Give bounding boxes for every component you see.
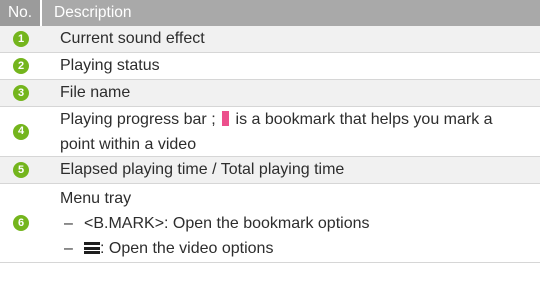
row-description: File name [60,84,131,101]
number-badge: 1 [13,31,29,47]
header-description: Description [54,4,132,21]
bookmark-marker-icon [222,110,230,126]
number-badge: 5 [13,162,29,178]
number-cell: 6 [0,184,42,262]
table-row: 6 Menu tray – <B.MARK>: Open the bookmark… [0,184,540,263]
row-description-line-2: point within a video [60,135,197,153]
row-description: Elapsed playing time / Total playing tim… [60,161,345,178]
table-row: 5 Elapsed playing time / Total playing t… [0,157,540,184]
table-row: 1 Current sound effect [0,26,540,53]
menu-tray-subitem-bmark: – <B.MARK>: Open the bookmark options [60,211,530,236]
subitem-text: <B.MARK>: Open the bookmark options [84,214,370,232]
number-cell: 5 [0,157,42,183]
number-cell: 3 [0,80,42,106]
row-description: Playing progress bar ; is a bookmark tha… [42,107,540,157]
desc-text-before: Playing progress bar ; [60,110,216,128]
description-table: No. Description 1 Current sound effect 2… [0,0,540,263]
number-cell: 2 [0,53,42,79]
row-description: Current sound effect [60,30,205,47]
number-cell: 4 [0,107,42,156]
dash: – [64,239,73,257]
number-badge: 2 [13,58,29,74]
number-badge: 4 [13,123,29,140]
header-no: No. [0,0,42,26]
menu-icon [84,241,100,254]
desc-text-after: is a bookmark that helps you mark a [235,110,493,128]
table-row: 3 File name [0,80,540,107]
number-badge: 6 [13,215,29,231]
row-description: Playing status [60,57,160,74]
number-cell: 1 [0,26,42,52]
table-row: 2 Playing status [0,53,540,80]
table-header: No. Description [0,0,540,26]
row-description-line-1: Playing progress bar ; is a bookmark tha… [60,107,530,132]
row-description: Menu tray – <B.MARK>: Open the bookmark o… [42,186,540,261]
table-row: 4 Playing progress bar ; is a bookmark t… [0,107,540,157]
dash: – [64,214,73,232]
number-badge: 3 [13,85,29,101]
menu-tray-subitem-options: – : Open the video options [60,236,530,261]
subitem-text: : Open the video options [100,239,274,257]
menu-tray-title: Menu tray [60,189,132,207]
